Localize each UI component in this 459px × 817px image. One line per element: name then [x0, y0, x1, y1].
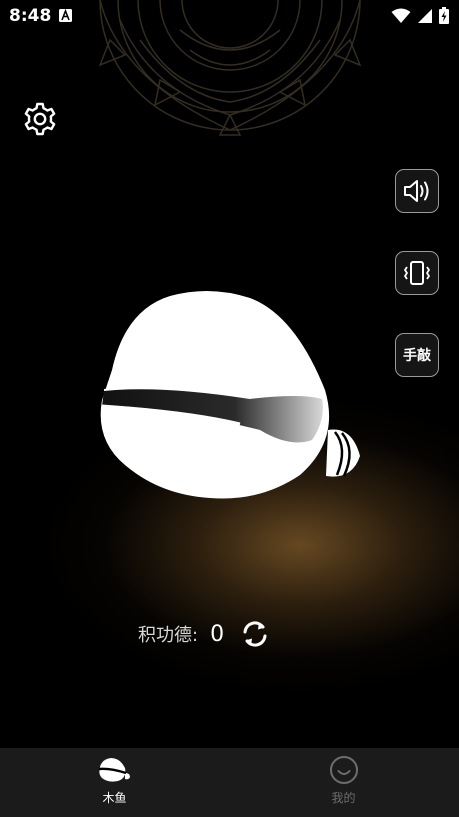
wifi-icon — [391, 8, 411, 23]
speaker-icon — [404, 180, 429, 202]
sound-toggle-button[interactable] — [395, 169, 439, 213]
tab-muyu[interactable]: 木鱼 — [0, 748, 229, 817]
vibrate-toggle-button[interactable] — [395, 251, 439, 295]
reset-merit-button[interactable] — [238, 617, 272, 651]
merit-value: 0 — [210, 621, 225, 647]
tab-mine-label: 我的 — [331, 791, 356, 805]
accessibility-icon — [59, 9, 72, 22]
wooden-fish[interactable] — [90, 280, 370, 510]
signal-icon — [418, 8, 432, 23]
status-time: 8:48 — [9, 6, 52, 26]
settings-button[interactable] — [20, 99, 60, 139]
merit-counter: 积功德: 0 — [138, 616, 272, 652]
tab-mine[interactable]: 我的 — [229, 748, 458, 817]
bottom-tab-bar: 木鱼 我的 — [0, 748, 459, 817]
gear-icon — [24, 102, 56, 136]
refresh-icon — [243, 621, 267, 647]
app-screen: 8:48 手敲 积功德: 0 — [0, 0, 459, 748]
battery-charging-icon — [439, 7, 449, 24]
merit-label: 积功德: — [138, 625, 199, 646]
manual-tap-button[interactable]: 手敲 — [395, 333, 439, 377]
status-bar: 8:48 — [0, 0, 459, 34]
tab-muyu-label: 木鱼 — [102, 791, 127, 805]
status-icons — [391, 7, 449, 24]
vibrate-icon — [404, 261, 430, 285]
manual-tap-label: 手敲 — [403, 348, 431, 364]
wooden-fish-icon — [98, 758, 130, 782]
smile-icon — [329, 756, 358, 784]
